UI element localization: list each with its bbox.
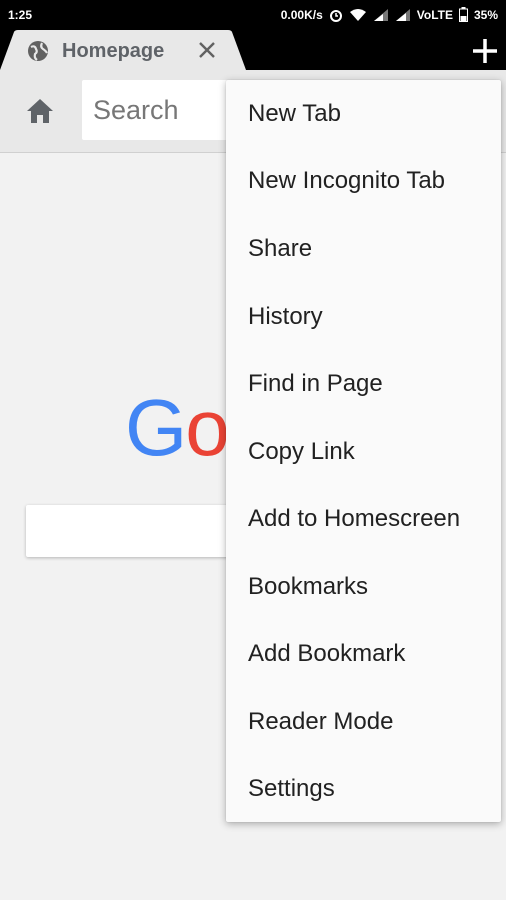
menu-item-add-to-homescreen[interactable]: Add to Homescreen — [226, 485, 501, 552]
logo-letter-g: G — [125, 383, 187, 472]
net-speed: 0.00K/s — [280, 7, 323, 22]
menu-item-find-in-page[interactable]: Find in Page — [226, 350, 501, 417]
google-logo: Go — [125, 383, 230, 472]
status-right: 0.00K/s VoLTE 35% — [281, 7, 498, 22]
tab-title: Homepage — [62, 40, 165, 62]
logo-letter-o: o — [185, 383, 229, 472]
close-tab-icon[interactable] — [196, 39, 218, 66]
menu-item-new-incognito-tab[interactable]: New Incognito Tab — [226, 147, 501, 214]
new-tab-plus-icon[interactable] — [470, 36, 500, 66]
tab-homepage[interactable]: Homepage — [0, 30, 250, 70]
menu-item-reader-mode[interactable]: Reader Mode — [226, 688, 501, 755]
status-time: 1:25 — [8, 8, 33, 22]
wifi-icon — [349, 8, 367, 22]
battery-icon — [458, 7, 468, 22]
signal-icon — [373, 8, 389, 22]
tab-strip: Homepage — [0, 30, 506, 70]
network-type: VoLTE — [416, 7, 453, 22]
overflow-menu: New Tab New Incognito Tab Share History … — [226, 80, 501, 822]
menu-item-copy-link[interactable]: Copy Link — [226, 418, 501, 485]
menu-item-settings[interactable]: Settings — [226, 755, 501, 822]
menu-item-history[interactable]: History — [226, 283, 501, 350]
alarm-icon — [329, 8, 343, 22]
globe-icon — [26, 39, 50, 68]
menu-item-add-bookmark[interactable]: Add Bookmark — [226, 620, 501, 687]
status-bar: 1:25 0.00K/s VoLTE 35% — [0, 0, 506, 30]
signal-icon-2 — [395, 8, 411, 22]
menu-item-bookmarks[interactable]: Bookmarks — [226, 553, 501, 620]
menu-item-new-tab[interactable]: New Tab — [226, 80, 501, 147]
battery-level: 35% — [473, 7, 498, 22]
menu-item-share[interactable]: Share — [226, 215, 501, 282]
home-icon[interactable] — [25, 97, 55, 130]
